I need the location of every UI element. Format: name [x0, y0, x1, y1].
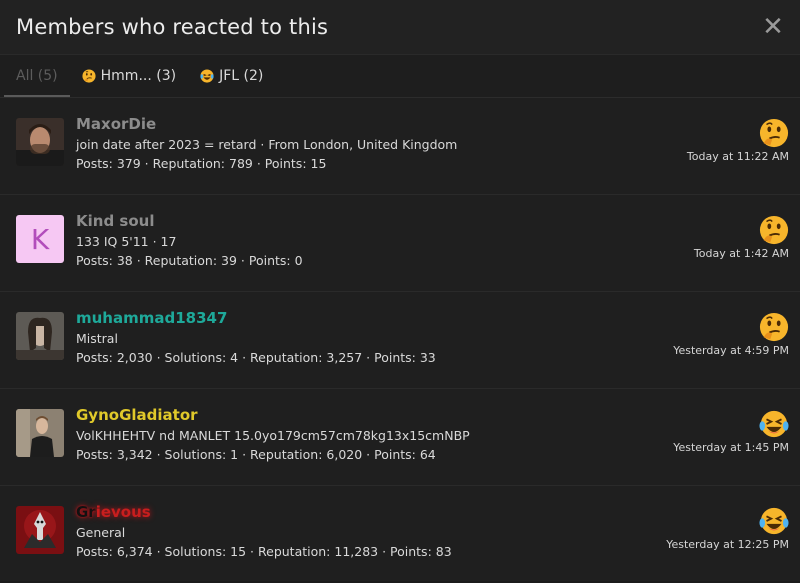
crying-laughing-emoji-icon	[200, 69, 214, 83]
user-stats: Posts: 3,342 · Solutions: 1 · Reputation…	[76, 447, 436, 462]
member-list: MaxorDie join date after 2023 = retard ·…	[0, 98, 800, 583]
avatar[interactable]	[16, 312, 64, 360]
tab-label: All (5)	[16, 68, 58, 84]
avatar-photo	[16, 409, 64, 457]
username-part: ievous	[95, 503, 151, 521]
tab-label: JFL (2)	[219, 68, 264, 84]
username[interactable]: MaxorDie	[76, 115, 457, 133]
tab-all[interactable]: All (5)	[4, 67, 70, 97]
member-info: Kind soul 133 IQ 5'11 · 17 Posts: 38 · R…	[76, 212, 303, 268]
tab-jfl[interactable]: JFL (2)	[188, 67, 275, 97]
list-item: muhammad18347 Mistral Posts: 2,030 · Sol…	[0, 292, 800, 389]
reaction-meta: Yesterday at 12:25 PM	[666, 506, 789, 551]
username-part: Gr	[76, 503, 96, 521]
crying-laughing-emoji-icon	[759, 410, 789, 438]
thinking-emoji-icon	[759, 312, 789, 342]
reaction-time: Yesterday at 12:25 PM	[666, 538, 789, 551]
thinking-emoji-icon	[759, 118, 789, 148]
reaction-meta: Yesterday at 1:45 PM	[673, 409, 789, 454]
reaction-time: Today at 1:42 AM	[693, 247, 789, 260]
reaction-meta: Yesterday at 4:59 PM	[673, 312, 789, 357]
reaction-time: Yesterday at 1:45 PM	[673, 441, 789, 454]
member-info: MaxorDie join date after 2023 = retard ·…	[76, 115, 458, 171]
list-item: K Kind soul 133 IQ 5'11 · 17 Posts: 38 ·…	[0, 195, 800, 292]
user-stats: Posts: 38 · Reputation: 39 · Points: 0	[76, 253, 303, 268]
crying-laughing-emoji-icon	[759, 507, 789, 535]
reaction-meta: Today at 11:22 AM	[687, 118, 789, 163]
reaction-tabs: All (5) Hmm... (3) JFL (2)	[0, 55, 800, 98]
avatar[interactable]	[16, 506, 64, 554]
member-info: muhammad18347 Mistral Posts: 2,030 · Sol…	[76, 309, 436, 365]
thinking-emoji-icon	[82, 69, 96, 83]
user-blurb: join date after 2023 = retard · From Lon…	[76, 137, 458, 152]
username[interactable]: Kind soul	[76, 212, 303, 230]
user-stats: Posts: 2,030 · Solutions: 4 · Reputation…	[76, 350, 436, 365]
avatar[interactable]: K	[16, 215, 64, 263]
reaction-time: Yesterday at 4:59 PM	[673, 344, 789, 357]
avatar-photo	[16, 506, 64, 554]
list-item: GynoGladiator VolKHHEHTV nd MANLET 15.0y…	[0, 389, 800, 486]
tab-label: Hmm... (3)	[100, 68, 177, 84]
modal-header: Members who reacted to this ✕	[0, 0, 800, 55]
username[interactable]: muhammad18347	[76, 309, 436, 327]
reactions-modal: Members who reacted to this ✕ All (5) Hm…	[0, 0, 800, 581]
thinking-emoji-icon	[759, 215, 789, 245]
modal-title: Members who reacted to this	[16, 15, 329, 39]
list-item: Grievous General Posts: 6,374 · Solution…	[0, 486, 800, 583]
avatar[interactable]	[16, 118, 64, 166]
avatar[interactable]	[16, 409, 64, 457]
close-icon[interactable]: ✕	[762, 14, 784, 40]
avatar-photo	[16, 312, 64, 360]
reaction-time: Today at 11:22 AM	[686, 150, 789, 163]
avatar-photo	[16, 118, 64, 166]
list-item: MaxorDie join date after 2023 = retard ·…	[0, 98, 800, 195]
user-blurb: General	[76, 525, 126, 540]
reaction-meta: Today at 1:42 AM	[694, 215, 789, 260]
user-stats: Posts: 6,374 · Solutions: 15 · Reputatio…	[76, 544, 452, 559]
user-blurb: Mistral	[76, 331, 118, 346]
tab-hmm[interactable]: Hmm... (3)	[70, 67, 188, 97]
member-info: GynoGladiator VolKHHEHTV nd MANLET 15.0y…	[76, 406, 470, 462]
user-stats: Posts: 379 · Reputation: 789 · Points: 1…	[76, 156, 327, 171]
user-blurb: VolKHHEHTV nd MANLET 15.0yo179cm57cm78kg…	[76, 428, 470, 443]
user-blurb: 133 IQ 5'11 · 17	[76, 234, 177, 249]
member-info: Grievous General Posts: 6,374 · Solution…	[76, 503, 452, 559]
username[interactable]: Grievous	[76, 503, 452, 521]
username[interactable]: GynoGladiator	[76, 406, 470, 424]
